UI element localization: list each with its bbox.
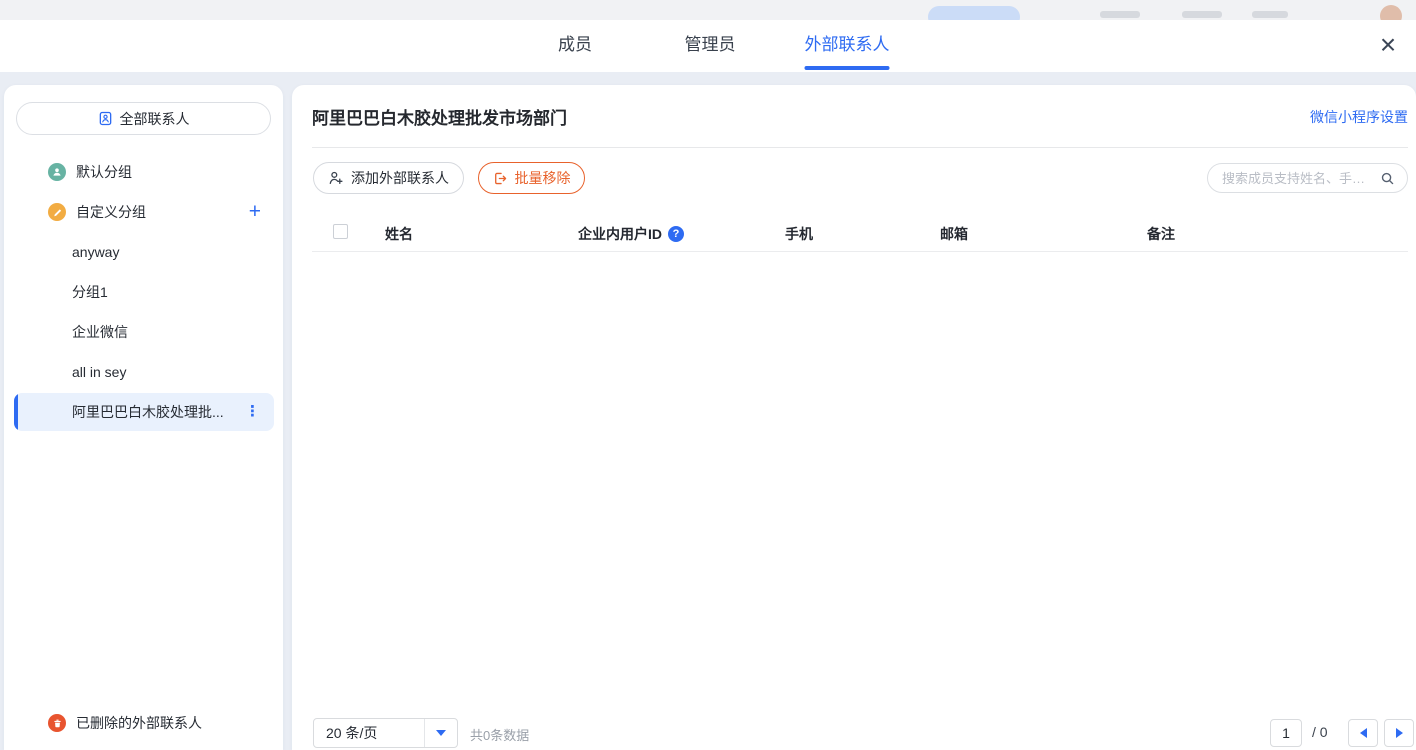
trash-icon: [48, 714, 66, 732]
background-blue-button: [928, 6, 1020, 20]
search-input[interactable]: [1222, 171, 1380, 186]
person-plus-icon: [328, 170, 344, 186]
add-external-contact-label: 添加外部联系人: [351, 168, 449, 188]
search-icon[interactable]: [1380, 171, 1395, 186]
column-header-email: 邮箱: [940, 215, 968, 252]
column-header-userid-label: 企业内用户ID: [578, 217, 662, 251]
more-options-icon[interactable]: ⋮: [245, 393, 260, 431]
sidebar-group-all-in-sey[interactable]: all in sey: [4, 352, 283, 392]
page-total-text: / 0: [1312, 724, 1328, 740]
pencil-icon: [48, 203, 66, 221]
chevron-down-icon: [436, 730, 446, 736]
batch-remove-label: 批量移除: [515, 168, 571, 188]
page-size-value: 20 条/页: [314, 723, 424, 743]
contacts-book-icon: [98, 111, 113, 126]
add-group-icon[interactable]: +: [249, 203, 261, 221]
background-avatar: [1380, 5, 1402, 20]
column-header-name: 姓名: [385, 215, 413, 252]
sidebar-group-fenzu1[interactable]: 分组1: [4, 272, 283, 312]
deleted-contacts-label: 已删除的外部联系人: [76, 713, 202, 733]
help-icon[interactable]: ?: [668, 226, 684, 242]
column-header-mobile: 手机: [785, 215, 813, 252]
select-all-checkbox[interactable]: [333, 224, 348, 239]
arrow-left-icon: [1360, 728, 1367, 738]
groups-sidebar: 全部联系人 默认分组 自定义分组 + anyway 分组1 企业微信 all i…: [4, 85, 283, 750]
prev-page-button[interactable]: [1348, 719, 1378, 747]
miniprogram-settings-link[interactable]: 微信小程序设置: [1310, 107, 1408, 127]
add-external-contact-button[interactable]: 添加外部联系人: [313, 162, 464, 194]
member-search-box: [1207, 163, 1408, 193]
tab-members[interactable]: 成员: [558, 20, 592, 72]
background-toolbar-icon: [1252, 11, 1288, 18]
all-contacts-button[interactable]: 全部联系人: [16, 102, 271, 135]
total-count-text: 共0条数据: [470, 725, 529, 744]
tab-external-contacts[interactable]: 外部联系人: [805, 20, 890, 72]
close-icon[interactable]: ×: [1370, 28, 1406, 64]
default-group-label: 默认分组: [76, 162, 132, 182]
column-header-remark: 备注: [1147, 215, 1175, 252]
background-toolbar-icon: [1100, 11, 1140, 18]
page-size-select[interactable]: 20 条/页: [313, 718, 458, 748]
department-panel: 阿里巴巴白木胶处理批发市场部门 微信小程序设置 添加外部联系人 批量移除 姓名: [292, 85, 1416, 750]
sidebar-group-anyway[interactable]: anyway: [4, 232, 283, 272]
page-title: 阿里巴巴白木胶处理批发市场部门: [312, 104, 567, 129]
sidebar-group-wecom[interactable]: 企业微信: [4, 312, 283, 352]
table-header-row: 姓名 企业内用户ID ? 手机 邮箱 备注: [292, 215, 1416, 252]
selected-indicator-bar: [14, 393, 18, 431]
custom-group-label: 自定义分组: [76, 202, 146, 222]
all-contacts-label: 全部联系人: [120, 109, 190, 129]
selected-group-label: 阿里巴巴白木胶处理批...: [72, 393, 224, 431]
sidebar-item-deleted-contacts[interactable]: 已删除的外部联系人: [4, 703, 283, 743]
batch-remove-icon: [493, 171, 508, 186]
person-icon: [48, 163, 66, 181]
sidebar-group-selected[interactable]: 阿里巴巴白木胶处理批... ⋮: [14, 393, 274, 431]
sidebar-item-default-group[interactable]: 默认分组: [4, 152, 283, 192]
background-toolbar-icon: [1182, 11, 1222, 18]
current-page-input[interactable]: 1: [1270, 719, 1302, 747]
background-browser-strip: [0, 0, 1416, 20]
arrow-right-icon: [1396, 728, 1403, 738]
column-header-userid: 企业内用户ID ?: [578, 215, 684, 252]
sidebar-item-custom-group[interactable]: 自定义分组 +: [4, 192, 283, 232]
batch-remove-button[interactable]: 批量移除: [478, 162, 585, 194]
select-caret-cell[interactable]: [424, 719, 457, 747]
tab-admins[interactable]: 管理员: [685, 20, 736, 72]
dialog-header: 成员 管理员 外部联系人 ×: [0, 20, 1416, 72]
title-divider: [312, 147, 1408, 148]
external-contacts-dialog: 成员 管理员 外部联系人 × 全部联系人 默认分组 自定义分组 + anyway: [0, 0, 1416, 750]
next-page-button[interactable]: [1384, 719, 1414, 747]
